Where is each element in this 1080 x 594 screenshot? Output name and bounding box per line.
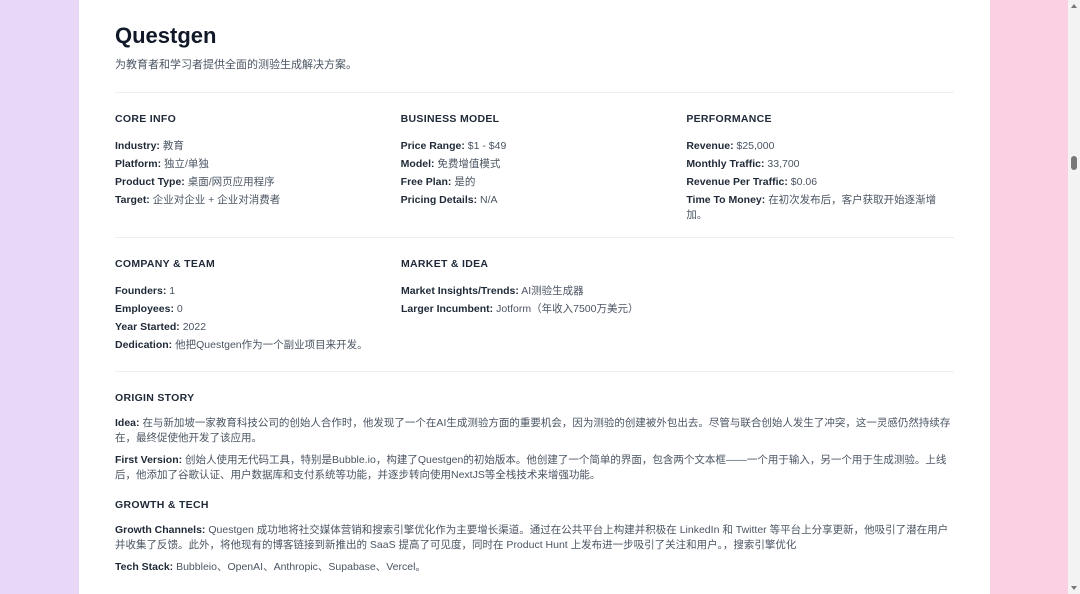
info-item-employees: Employees: 0 (115, 303, 183, 315)
section-business-model: BUSINESS MODEL Price Range: $1 - $49 Mod… (401, 113, 687, 223)
info-item-dedication: Dedication: 他把Questgen作为一个副业项目来开发。 (115, 339, 368, 351)
info-item-market-insights: Market Insights/Trends: AI测验生成器 (401, 285, 584, 297)
page-scrollbar[interactable] (1068, 0, 1080, 594)
scroll-down-arrow-icon[interactable] (1071, 586, 1077, 590)
info-item-year-started: Year Started: 2022 (115, 321, 207, 333)
story-item-first-version: First Version: 创始人使用无代码工具，特别是Bubble.io，构… (115, 454, 947, 481)
section-growth-tech: GROWTH & TECH Growth Channels: Questgen … (115, 499, 954, 575)
info-item-target: Target: 企业对企业 + 企业对消费者 (115, 194, 281, 206)
section-company-team: COMPANY & TEAM Founders: 1 Employees: 0 … (115, 258, 401, 354)
divider (115, 92, 954, 93)
section-core-info: CORE INFO Industry: 教育 Platform: 独立/单独 P… (115, 113, 401, 223)
info-item-industry: Industry: 教育 (115, 140, 184, 152)
info-row-2: COMPANY & TEAM Founders: 1 Employees: 0 … (115, 258, 954, 354)
section-performance: PERFORMANCE Revenue: $25,000 Monthly Tra… (686, 113, 954, 223)
section-heading: COMPANY & TEAM (115, 258, 216, 270)
info-item-pricing-details: Pricing Details: N/A (400, 194, 498, 206)
section-heading: GROWTH & TECH (115, 499, 209, 511)
section-market-idea: MARKET & IDEA Market Insights/Trends: AI… (401, 258, 801, 354)
info-row-1: CORE INFO Industry: 教育 Platform: 独立/单独 P… (115, 113, 954, 223)
info-item-founders: Founders: 1 (115, 285, 176, 297)
content-panel: Questgen 为教育者和学习者提供全面的测验生成解决方案。 CORE INF… (79, 0, 990, 594)
scrollbar-thumb[interactable] (1071, 156, 1077, 170)
info-item-time-to-money: Time To Money: 在初次发布后，客户获取开始逐渐增加。 (686, 194, 937, 221)
divider (115, 237, 954, 238)
section-heading: PERFORMANCE (686, 113, 772, 125)
section-heading: BUSINESS MODEL (400, 113, 500, 125)
page-title: Questgen (115, 23, 217, 48)
section-origin-story: ORIGIN STORY Idea: 在与新加坡一家教育科技公司的创始人合作时，… (115, 392, 954, 483)
section-heading: CORE INFO (115, 113, 177, 125)
info-item-revenue: Revenue: $25,000 (686, 140, 775, 152)
divider (115, 371, 954, 372)
section-heading: MARKET & IDEA (401, 258, 489, 270)
tech-item-growth-channels: Growth Channels: Questgen 成功地将社交媒体营销和搜索引… (115, 524, 949, 551)
story-item-idea: Idea: 在与新加坡一家教育科技公司的创始人合作时，他发现了一个在AI生成测验… (115, 417, 951, 444)
page-subtitle: 为教育者和学习者提供全面的测验生成解决方案。 (115, 59, 357, 71)
section-heading: ORIGIN STORY (115, 392, 195, 404)
info-item-revenue-per-traffic: Revenue Per Traffic: $0.06 (686, 176, 818, 188)
info-item-model: Model: 免费增值模式 (400, 158, 501, 170)
info-item-product-type: Product Type: 桌面/网页应用程序 (115, 176, 275, 188)
info-item-platform: Platform: 独立/单独 (115, 158, 209, 170)
info-item-price-range: Price Range: $1 - $49 (400, 140, 507, 152)
tech-item-tech-stack: Tech Stack: Bubbleio、OpenAI、Anthropic、Su… (115, 561, 426, 573)
info-item-monthly-traffic: Monthly Traffic: 33,700 (686, 158, 800, 170)
info-item-free-plan: Free Plan: 是的 (400, 176, 476, 188)
scroll-up-arrow-icon[interactable] (1071, 4, 1077, 8)
info-item-larger-incumbent: Larger Incumbent: Jotform（年收入7500万美元） (401, 303, 639, 315)
